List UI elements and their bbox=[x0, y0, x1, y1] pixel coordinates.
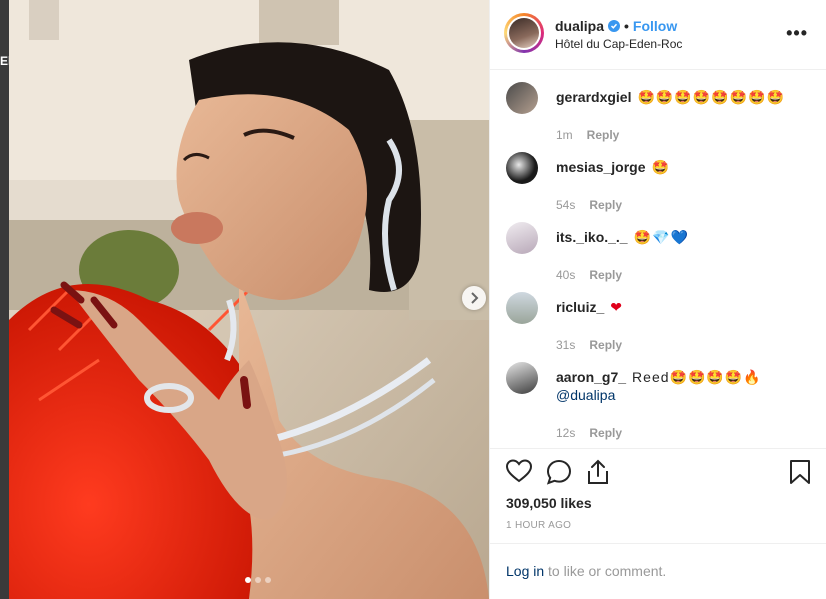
carousel-dot bbox=[265, 577, 271, 583]
post-author-username[interactable]: dualipa bbox=[555, 18, 604, 34]
chevron-right-icon bbox=[471, 292, 479, 304]
background-page-edge: El bbox=[0, 0, 11, 599]
header-separator: • bbox=[624, 18, 629, 34]
login-prompt: Log in to like or comment. bbox=[506, 563, 666, 579]
post-photo[interactable] bbox=[9, 0, 489, 599]
carousel-dot-active bbox=[245, 577, 251, 583]
story-avatar-ring[interactable] bbox=[504, 13, 544, 53]
avatar[interactable] bbox=[506, 222, 538, 254]
reply-button[interactable]: Reply bbox=[589, 268, 622, 282]
post-timestamp[interactable]: 1 HOUR AGO bbox=[506, 520, 571, 531]
comments-list: gerardxgiel 🤩🤩🤩🤩🤩🤩🤩🤩 1m Reply mesias_jorge… bbox=[490, 70, 826, 449]
carousel-indicator bbox=[245, 577, 271, 583]
comment-age: 12s bbox=[556, 426, 576, 440]
reply-button[interactable]: Reply bbox=[589, 198, 622, 212]
like-button[interactable] bbox=[505, 459, 533, 488]
login-link[interactable]: Log in bbox=[506, 563, 544, 579]
reply-button[interactable]: Reply bbox=[587, 128, 620, 142]
avatar[interactable] bbox=[506, 292, 538, 324]
save-button[interactable] bbox=[789, 459, 811, 490]
comment-age: 54s bbox=[556, 198, 576, 212]
share-button[interactable] bbox=[586, 459, 610, 490]
comment-mention-link[interactable]: @dualipa bbox=[556, 387, 615, 403]
post-photo-illustration bbox=[9, 0, 489, 599]
follow-button[interactable]: Follow bbox=[633, 18, 677, 34]
reply-button[interactable]: Reply bbox=[589, 338, 622, 352]
avatar[interactable] bbox=[506, 152, 538, 184]
carousel-next-button[interactable] bbox=[462, 286, 486, 310]
share-upload-icon bbox=[588, 459, 608, 484]
comment-username[interactable]: mesias_jorge bbox=[556, 159, 646, 175]
post-location[interactable]: Hôtel du Cap-Eden-Roc bbox=[555, 37, 682, 51]
post-actions bbox=[490, 449, 826, 497]
comment-button[interactable] bbox=[546, 459, 572, 490]
comment-username[interactable]: ricluiz_ bbox=[556, 299, 604, 315]
reply-button[interactable]: Reply bbox=[589, 426, 622, 440]
comment-username[interactable]: gerardxgiel bbox=[556, 89, 631, 105]
comment-text: Reed🤩🤩🤩🤩🔥 bbox=[632, 369, 762, 385]
comment-age: 1m bbox=[556, 128, 573, 142]
header-user-row: dualipa • Follow bbox=[555, 18, 677, 34]
login-prompt-text: to like or comment. bbox=[544, 563, 667, 579]
comment-username[interactable]: aaron_g7_ bbox=[556, 369, 626, 385]
verified-badge-icon bbox=[608, 20, 621, 32]
carousel-dot bbox=[255, 577, 261, 583]
comment-bubble-icon bbox=[546, 459, 572, 485]
comment-age: 31s bbox=[556, 338, 576, 352]
comment-text: 🤩 bbox=[651, 159, 670, 175]
post-sidebar: dualipa • Follow Hôtel du Cap-Eden-Roc •… bbox=[489, 0, 826, 599]
more-options-button[interactable]: ••• bbox=[786, 23, 808, 44]
heart-icon bbox=[505, 459, 533, 483]
login-prompt-bar: Log in to like or comment. bbox=[490, 543, 826, 599]
post-header: dualipa • Follow Hôtel du Cap-Eden-Roc •… bbox=[490, 0, 826, 70]
comment-text: 🤩💎💙 bbox=[633, 229, 689, 245]
comment-text: ❤ bbox=[610, 299, 622, 315]
avatar bbox=[509, 18, 539, 48]
avatar[interactable] bbox=[506, 362, 538, 394]
avatar[interactable] bbox=[506, 82, 538, 114]
bookmark-icon bbox=[790, 460, 810, 484]
comment-age: 40s bbox=[556, 268, 576, 282]
likes-count[interactable]: 309,050 likes bbox=[506, 495, 592, 511]
comment-username[interactable]: its._iko._._ bbox=[556, 229, 628, 245]
comment-text: 🤩🤩🤩🤩🤩🤩🤩🤩 bbox=[637, 89, 785, 105]
